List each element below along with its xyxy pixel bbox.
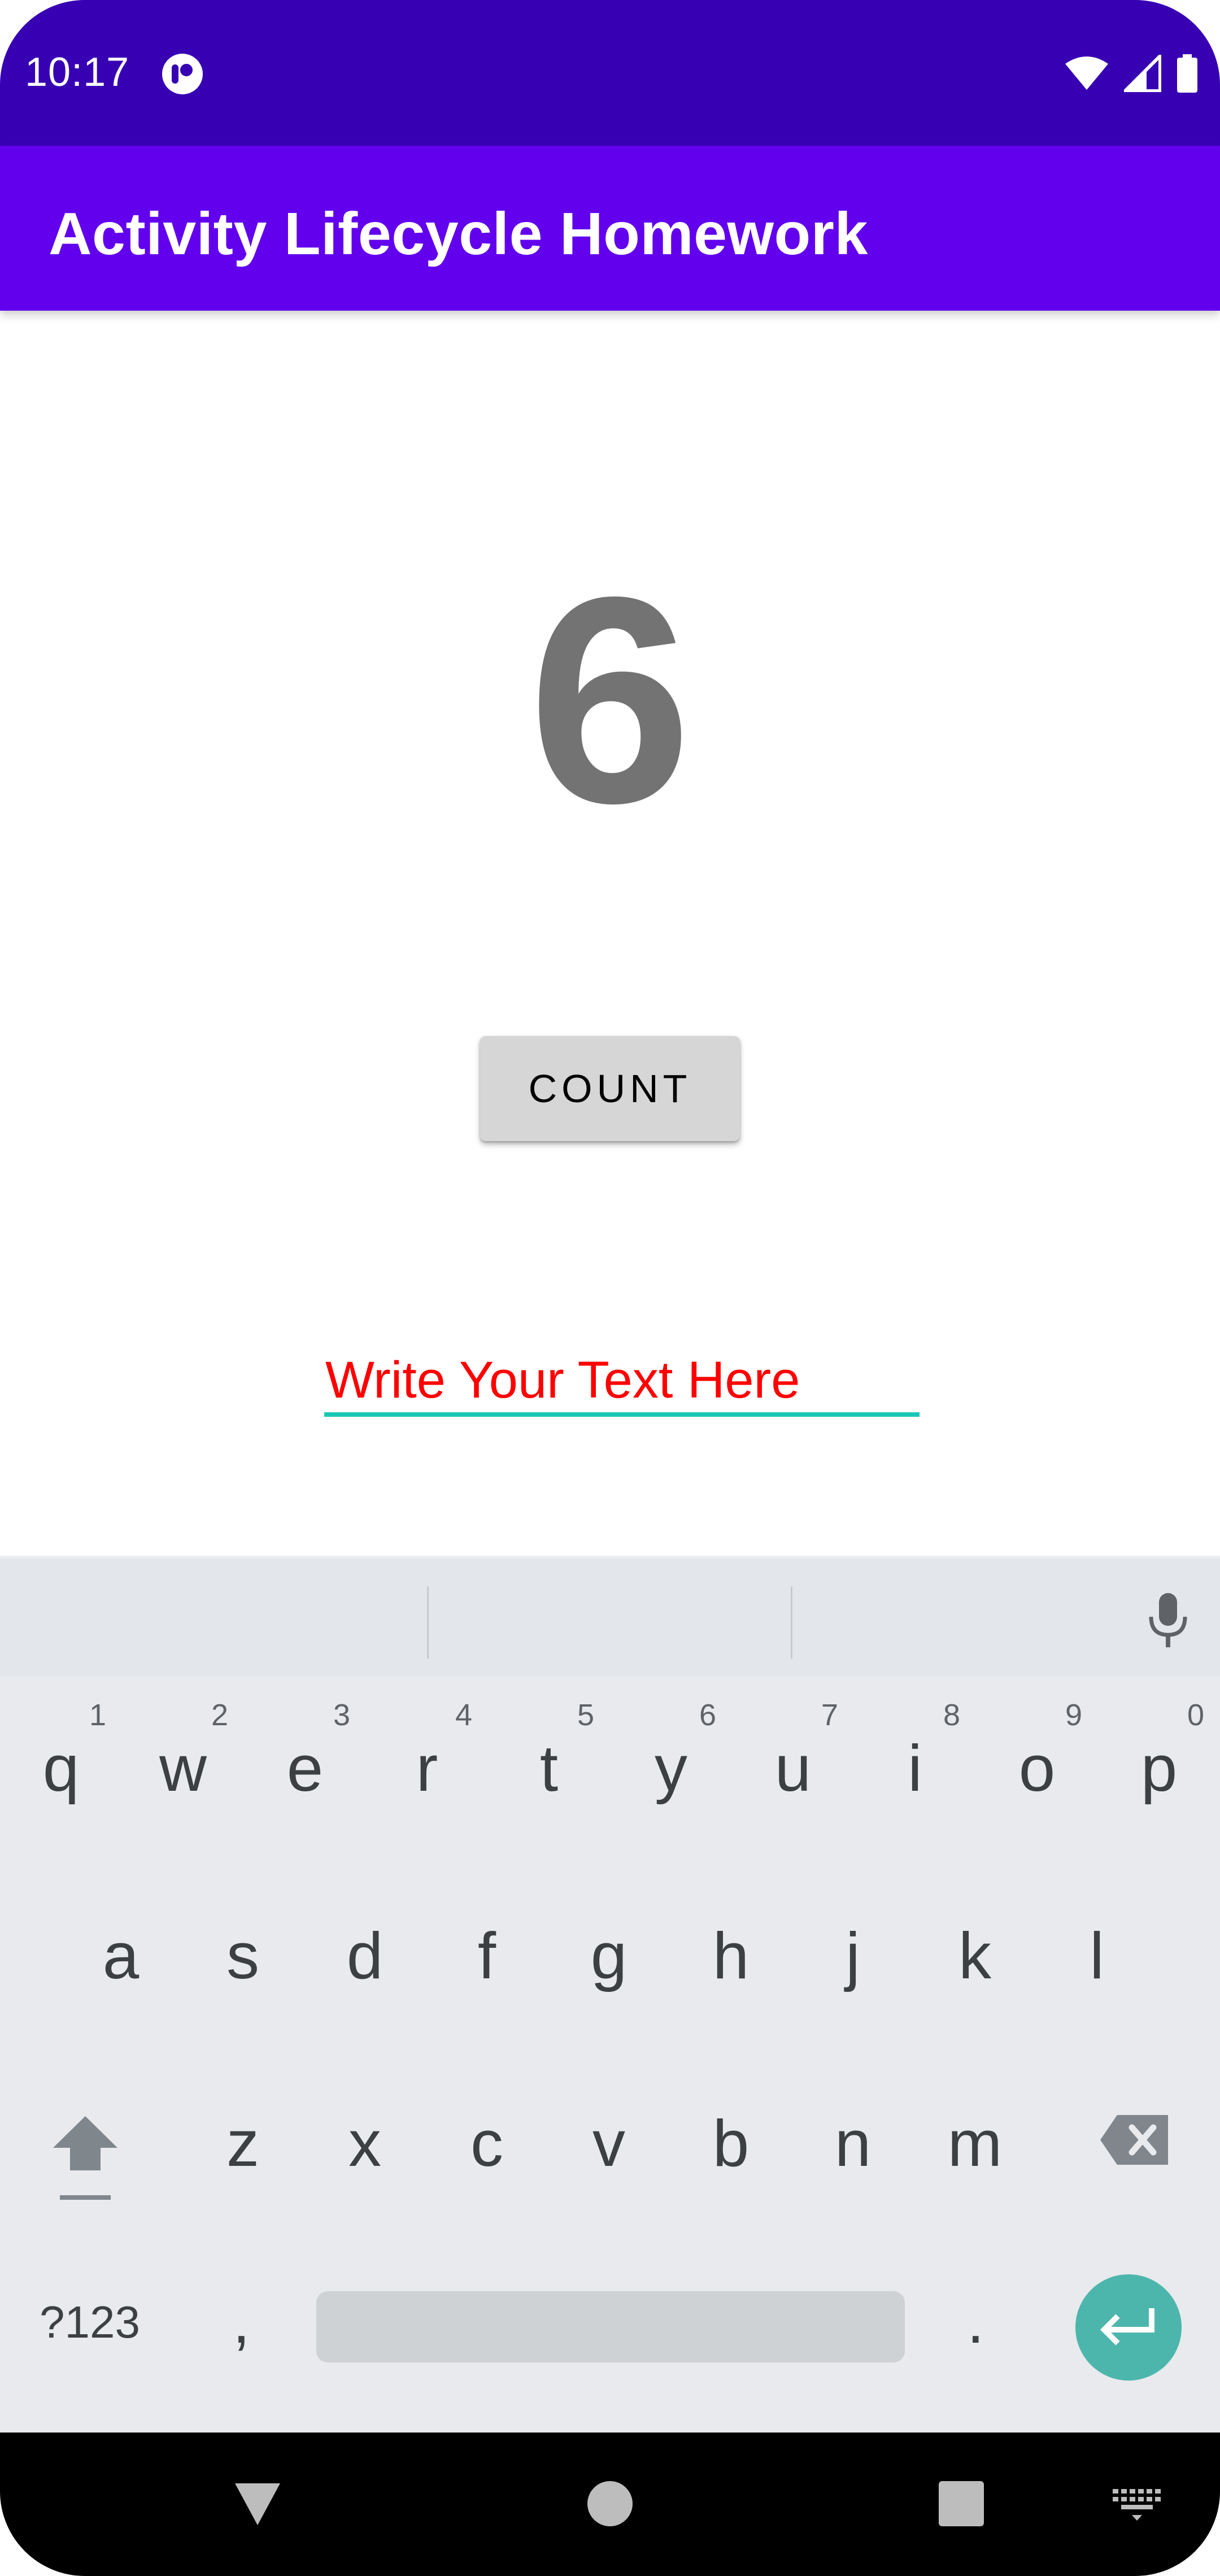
microphone-icon[interactable] (1145, 1591, 1191, 1650)
key-hint-0: 0 (1187, 1698, 1205, 1732)
status-time: 10:17 (25, 50, 130, 95)
key-b[interactable]: b (691, 2109, 770, 2177)
space-key[interactable] (316, 2291, 905, 2362)
key-hint-9: 9 (1065, 1698, 1083, 1732)
key-p[interactable]: p (1119, 1734, 1199, 1802)
enter-arrow-icon (1100, 2308, 1154, 2346)
key-i[interactable]: i (875, 1734, 955, 1802)
key-h[interactable]: h (691, 1922, 770, 1990)
text-input-field[interactable]: Write Your Text Here (324, 1339, 920, 1424)
period-key[interactable]: . (967, 2286, 984, 2357)
app-title: Activity Lifecycle Homework (49, 201, 868, 267)
back-icon[interactable] (234, 2481, 281, 2526)
key-e[interactable]: e (265, 1734, 345, 1802)
key-t[interactable]: t (509, 1734, 589, 1802)
text-input-placeholder: Write Your Text Here (325, 1351, 800, 1409)
recents-icon[interactable] (939, 2481, 984, 2526)
app-notification-icon (162, 54, 203, 94)
key-hint-3: 3 (333, 1698, 351, 1732)
keyboard-switch-icon[interactable] (1113, 2489, 1161, 2521)
suggestion-strip (0, 1556, 1220, 1676)
key-s[interactable]: s (203, 1922, 282, 1990)
key-r[interactable]: r (387, 1734, 467, 1802)
home-icon[interactable] (587, 2481, 633, 2526)
text-input-underline (324, 1412, 920, 1417)
key-z[interactable]: z (203, 2109, 282, 2177)
shift-key[interactable] (49, 2111, 122, 2212)
key-j[interactable]: j (813, 1922, 892, 1990)
key-g[interactable]: g (569, 1922, 648, 1990)
key-hint-4: 4 (455, 1698, 473, 1732)
key-v[interactable]: v (569, 2109, 648, 2177)
key-hint-8: 8 (943, 1698, 961, 1732)
key-hint-2: 2 (211, 1698, 229, 1732)
key-hint-1: 1 (89, 1698, 107, 1732)
key-d[interactable]: d (325, 1922, 404, 1990)
key-q[interactable]: q (21, 1734, 101, 1802)
key-hint-5: 5 (577, 1698, 595, 1732)
key-hint-7: 7 (821, 1698, 839, 1732)
comma-key[interactable]: , (233, 2286, 250, 2357)
key-n[interactable]: n (813, 2109, 892, 2177)
battery-icon (1177, 54, 1197, 93)
count-button[interactable]: COUNT (480, 1036, 740, 1141)
key-c[interactable]: c (447, 2109, 526, 2177)
key-u[interactable]: u (753, 1734, 833, 1802)
key-a[interactable]: a (81, 1922, 160, 1990)
key-k[interactable]: k (935, 1922, 1014, 1990)
key-o[interactable]: o (997, 1734, 1077, 1802)
key-y[interactable]: y (631, 1734, 711, 1802)
key-hint-6: 6 (699, 1698, 717, 1732)
status-icons (1064, 51, 1199, 96)
wifi-icon (1065, 56, 1108, 90)
suggestion-divider (791, 1586, 792, 1659)
count-button-label: COUNT (528, 1067, 692, 1111)
suggestion-divider (427, 1586, 429, 1659)
count-display: 6 (528, 536, 692, 864)
navigation-bar (0, 2433, 1220, 2576)
phone-screen: 10:17 Activity Lifecycle Homework 6 COUN… (0, 0, 1220, 2576)
key-f[interactable]: f (447, 1922, 526, 1990)
status-bar: 10:17 (0, 0, 1220, 146)
key-x[interactable]: x (325, 2109, 404, 2177)
enter-key[interactable] (1075, 2274, 1182, 2381)
key-w[interactable]: w (143, 1734, 223, 1802)
backspace-key[interactable] (1098, 2112, 1171, 2168)
app-bar: Activity Lifecycle Homework (0, 146, 1220, 311)
key-l[interactable]: l (1057, 1922, 1136, 1990)
key-m[interactable]: m (935, 2109, 1014, 2177)
cell-signal-icon (1124, 55, 1161, 92)
symbols-key[interactable]: ?123 (40, 2297, 140, 2348)
